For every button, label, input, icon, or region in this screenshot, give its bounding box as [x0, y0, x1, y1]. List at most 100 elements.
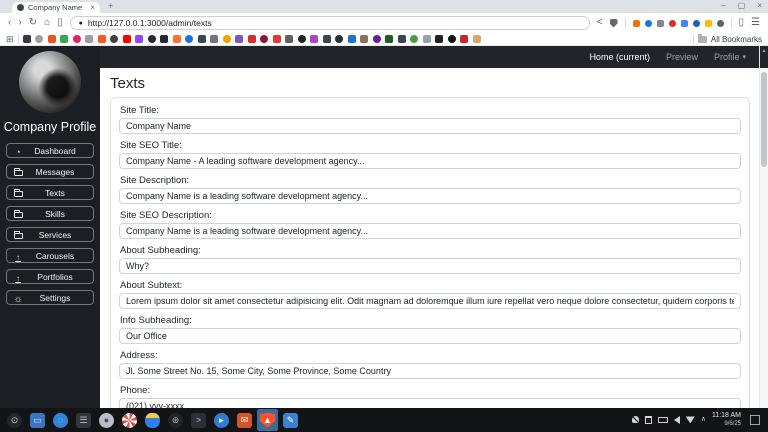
scrollbar-thumb[interactable] — [761, 72, 767, 167]
taskbar-app-button[interactable]: ◌ — [50, 409, 71, 431]
taskbar-app-button[interactable]: ▭ — [27, 409, 48, 431]
field-input[interactable] — [119, 258, 741, 274]
sidebar-item[interactable]: Dashboard — [6, 143, 94, 158]
field-input[interactable] — [119, 153, 741, 169]
volume-muted-icon[interactable] — [673, 415, 680, 424]
bookmark-icon[interactable] — [22, 35, 31, 43]
bookmark-icon[interactable] — [272, 35, 281, 43]
sidebar-item[interactable]: Skills — [6, 206, 94, 221]
split-view-icon[interactable]: ▯ — [739, 18, 745, 28]
sidebar-item[interactable]: Messages — [6, 164, 94, 179]
bookmark-icon[interactable] — [110, 35, 119, 43]
field-input[interactable] — [119, 398, 741, 408]
bookmark-icon[interactable] — [360, 35, 369, 43]
bookmark-icon[interactable] — [310, 35, 319, 43]
browser-tab[interactable]: Company Name × — [12, 2, 100, 13]
bookmark-icon[interactable] — [422, 35, 431, 43]
scroll-up-icon[interactable]: ▴ — [760, 46, 768, 56]
all-bookmarks-label[interactable]: All Bookmarks — [711, 35, 762, 44]
extension-icon[interactable] — [716, 19, 724, 27]
extension-icon[interactable] — [644, 19, 652, 27]
back-icon[interactable]: ‹ — [8, 18, 11, 28]
brave-shield-icon[interactable] — [609, 18, 618, 28]
field-input[interactable] — [119, 188, 741, 204]
field-input[interactable] — [119, 223, 741, 239]
bookmark-icon[interactable] — [322, 35, 331, 43]
bookmark-icon[interactable] — [247, 35, 256, 43]
taskbar-app-button[interactable]: ⊛ — [165, 409, 186, 431]
notifications-icon[interactable] — [631, 416, 639, 424]
extension-icon[interactable] — [692, 19, 700, 27]
field-input[interactable] — [119, 293, 741, 309]
bookmark-icon[interactable] — [297, 35, 306, 43]
forward-icon[interactable]: › — [18, 18, 21, 28]
bookmark-icon[interactable] — [47, 35, 56, 43]
bookmark-icon[interactable] — [172, 35, 181, 43]
field-input[interactable] — [119, 363, 741, 379]
bookmark-icon[interactable] — [197, 35, 206, 43]
bookmark-icon[interactable] — [135, 35, 144, 43]
window-restore-button[interactable]: ▢ — [738, 1, 746, 10]
bookmark-icon[interactable] — [472, 35, 481, 43]
bookmark-icon[interactable] — [397, 35, 406, 43]
clock[interactable]: 11:18 AM 9/6/25 — [712, 412, 741, 428]
bookmark-icon[interactable] — [97, 35, 106, 43]
bookmark-icon[interactable] — [447, 35, 456, 43]
bookmark-icon[interactable] — [460, 35, 469, 43]
nav-link[interactable]: Profile ▾ — [714, 52, 746, 62]
show-desktop-button[interactable] — [750, 414, 760, 425]
bookmark-icon[interactable] — [235, 35, 244, 43]
bookmark-icon[interactable] — [210, 35, 219, 43]
taskbar-app-button[interactable] — [119, 409, 140, 431]
site-info-icon[interactable]: ● — [79, 20, 83, 27]
menu-icon[interactable]: ☰ — [751, 18, 760, 28]
bookmark-icon[interactable] — [335, 35, 344, 43]
sidebar-item[interactable]: Services — [6, 227, 94, 242]
extension-icon[interactable] — [632, 19, 640, 27]
bookmark-icon[interactable] — [185, 35, 194, 43]
taskbar-app-button[interactable]: ▲ — [257, 409, 278, 431]
new-tab-button[interactable]: + — [108, 1, 113, 13]
keyboard-icon[interactable] — [657, 416, 668, 423]
package-tray-icon[interactable] — [644, 415, 652, 424]
extension-icon[interactable] — [656, 19, 664, 27]
bookmark-icon[interactable] — [385, 35, 394, 43]
sidebar-item[interactable]: Settings — [6, 290, 94, 305]
bookmark-icon[interactable] — [35, 35, 44, 43]
taskbar-app-button[interactable]: ✎ — [280, 409, 301, 431]
page-scrollbar[interactable]: ▴ — [759, 46, 768, 408]
bookmark-icon[interactable] — [147, 35, 156, 43]
bookmark-icon[interactable] — [222, 35, 231, 43]
taskbar-app-button[interactable]: ⊙ — [4, 409, 25, 431]
sidebar-item[interactable]: Texts — [6, 185, 94, 200]
extension-icon[interactable] — [680, 19, 688, 27]
taskbar-app-button[interactable]: ✉ — [234, 409, 255, 431]
apps-grid-icon[interactable]: ⊞ — [6, 34, 14, 44]
extension-icon[interactable] — [704, 19, 712, 27]
taskbar-app-button[interactable] — [142, 409, 163, 431]
bookmark-icon[interactable] — [347, 35, 356, 43]
reload-icon[interactable]: ↻ — [29, 18, 37, 28]
home-icon[interactable]: ⌂ — [44, 18, 50, 28]
taskbar-app-button[interactable]: > — [188, 409, 209, 431]
bookmark-icon[interactable] — [435, 35, 444, 43]
taskbar-app-button[interactable]: ☰ — [73, 409, 94, 431]
nav-link[interactable]: Preview — [666, 52, 701, 62]
sidebar-item[interactable]: Portfolios — [6, 269, 94, 284]
field-input[interactable] — [119, 118, 741, 134]
bookmark-icon[interactable] — [160, 35, 169, 43]
sidebar-item[interactable]: Carousels — [6, 248, 94, 263]
bookmark-icon[interactable] — [410, 35, 419, 43]
bookmark-icon[interactable] — [285, 35, 294, 43]
window-close-button[interactable]: × — [757, 1, 762, 10]
field-input[interactable] — [119, 328, 741, 344]
bookmark-icon[interactable] — [372, 35, 381, 43]
extension-icon[interactable] — [668, 19, 676, 27]
wifi-icon[interactable] — [685, 416, 695, 424]
taskbar-app-button[interactable]: ● — [96, 409, 117, 431]
tab-close-icon[interactable]: × — [90, 3, 95, 12]
bookmark-icon[interactable] — [122, 35, 131, 43]
bookmark-icon[interactable] — [60, 35, 69, 43]
bookmark-icon[interactable] — [85, 35, 94, 43]
tray-expand-icon[interactable]: ∧ — [701, 416, 706, 423]
